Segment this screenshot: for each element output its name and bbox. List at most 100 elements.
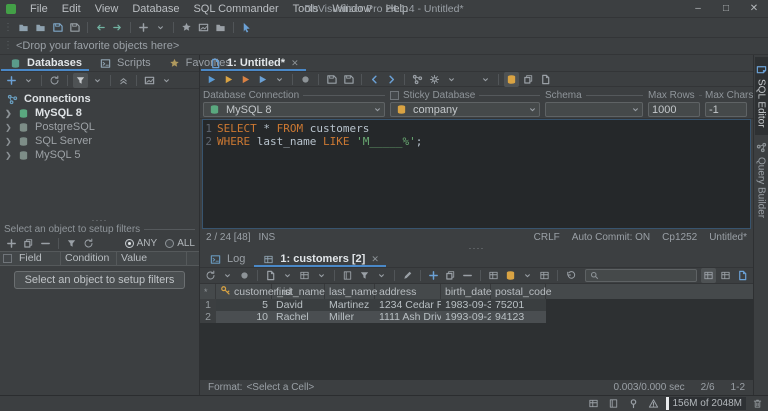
folder-icon[interactable] (33, 20, 48, 35)
expand-chevron-icon[interactable]: ❯ (5, 109, 12, 118)
play-icon[interactable] (255, 72, 270, 87)
grid-cell[interactable]: 1983-09-30 (441, 299, 491, 311)
radio-any[interactable]: ANY (125, 238, 158, 249)
copy-icon[interactable] (21, 236, 36, 251)
sticky-database-checkbox[interactable] (390, 91, 399, 100)
toolbar-drag-handle[interactable]: ⋮ (3, 23, 13, 33)
plus-icon[interactable] (4, 73, 19, 88)
circle-icon[interactable] (298, 72, 313, 87)
sql-editor[interactable]: 1SELECT * FROM customers2WHERE last_name… (202, 119, 751, 229)
gear-icon[interactable] (427, 72, 442, 87)
refresh-icon[interactable] (203, 268, 218, 283)
caret-icon[interactable] (520, 268, 535, 283)
file-icon[interactable] (735, 268, 750, 283)
tree-node-sql-server[interactable]: ❯SQL Server (0, 134, 199, 148)
star-icon[interactable] (179, 20, 194, 35)
max-rows-input[interactable]: 1000 (648, 102, 700, 117)
filter-col-value[interactable]: Value (117, 252, 187, 265)
grid-cell[interactable]: 1234 Cedar Road (375, 299, 441, 311)
max-chars-input[interactable]: -1 (705, 102, 747, 117)
menu-view[interactable]: View (88, 3, 126, 15)
close-button[interactable]: ✕ (740, 0, 768, 17)
warn-icon[interactable] (646, 396, 661, 411)
menu-database[interactable]: Database (125, 3, 186, 15)
tree-node-mysql-5[interactable]: ❯MySQL 5 (0, 148, 199, 162)
pencil-icon[interactable] (400, 268, 415, 283)
image-icon[interactable] (196, 20, 211, 35)
chev-l-icon[interactable] (367, 72, 382, 87)
grid-icon[interactable] (701, 268, 716, 283)
database-connection-select[interactable]: MySQL 8 (203, 102, 385, 117)
grid-cell[interactable]: Miller (325, 311, 375, 323)
grid-cell[interactable]: Martinez (325, 299, 375, 311)
caret-icon[interactable] (272, 72, 287, 87)
setup-filters-button[interactable]: Select an object to setup filters (14, 271, 186, 289)
filter-col-condition[interactable]: Condition (61, 252, 117, 265)
caret-icon[interactable] (280, 268, 295, 283)
pin-icon[interactable] (626, 396, 641, 411)
menu-sql-commander[interactable]: SQL Commander (186, 3, 285, 15)
expand-chevron-icon[interactable]: ❯ (5, 137, 12, 146)
db-icon[interactable] (503, 268, 518, 283)
caret-icon[interactable] (90, 73, 105, 88)
book-icon[interactable] (606, 396, 621, 411)
disk-icon[interactable] (341, 72, 356, 87)
grid-col-first_name[interactable]: first_name (272, 284, 325, 299)
play-icon[interactable] (238, 72, 253, 87)
grid-icon[interactable] (718, 268, 733, 283)
memory-indicator[interactable]: 156M of 2048M (666, 397, 747, 410)
play-icon[interactable] (221, 72, 236, 87)
grid-cell[interactable]: Rachel (272, 311, 325, 323)
caret-icon[interactable] (21, 73, 36, 88)
play-icon[interactable] (204, 72, 219, 87)
grid-row[interactable]: 210RachelMiller1111 Ash Drive1993-09-229… (200, 311, 753, 323)
minus-icon[interactable] (38, 236, 53, 251)
file-icon[interactable] (263, 268, 278, 283)
image-icon[interactable] (142, 73, 157, 88)
arrow-r-icon[interactable] (110, 20, 125, 35)
result-tab-log[interactable]: Log (200, 251, 253, 267)
grid-col-birth_date[interactable]: birth_date (441, 284, 491, 299)
caret-icon[interactable] (220, 268, 235, 283)
strip-tab-query-builder[interactable]: Query Builder (755, 135, 768, 225)
collapse-icon[interactable] (116, 73, 131, 88)
caret-icon[interactable] (159, 73, 174, 88)
grid-col-address[interactable]: address (375, 284, 441, 299)
tree-node-postgresql[interactable]: ❯PostgreSQL (0, 120, 199, 134)
grid-col-postal_code[interactable]: postal_code (491, 284, 546, 299)
grid-cell[interactable]: 75201 (491, 299, 546, 311)
caret-icon[interactable] (374, 268, 389, 283)
grid-col-customer_id[interactable]: customer_id (216, 284, 272, 299)
grid-cell[interactable]: 1111 Ash Drive (375, 311, 441, 323)
garbage-collect-icon[interactable] (751, 398, 763, 410)
grid-search-input[interactable] (585, 269, 697, 282)
grid-icon[interactable] (537, 268, 552, 283)
filter-select-all-checkbox[interactable] (3, 254, 12, 263)
chev-r-icon[interactable] (384, 72, 399, 87)
close-tab-icon[interactable]: ✕ (291, 58, 299, 69)
caret-icon[interactable] (444, 72, 459, 87)
copy-icon[interactable] (443, 268, 458, 283)
folder-icon[interactable] (16, 20, 31, 35)
strip-tab-sql-editor[interactable]: SQL Editor (755, 57, 768, 135)
grid-col-last_name[interactable]: last_name (325, 284, 375, 299)
grid-icon[interactable] (297, 268, 312, 283)
expand-chevron-icon[interactable]: ❯ (5, 151, 12, 160)
disk-icon[interactable] (50, 20, 65, 35)
disk-icon[interactable] (324, 72, 339, 87)
arrow-l-icon[interactable] (93, 20, 108, 35)
filter-icon[interactable] (357, 268, 372, 283)
grid-cell[interactable]: 5 (216, 299, 272, 311)
grid-corner-cell[interactable]: * (200, 284, 216, 299)
result-tab-1-customers-2-[interactable]: 1: customers [2]✕ (253, 251, 387, 267)
radio-all[interactable]: ALL (165, 238, 195, 249)
circle-icon[interactable] (237, 268, 252, 283)
caret-icon[interactable] (478, 72, 493, 87)
refresh-icon[interactable] (47, 73, 62, 88)
tab-untitled[interactable]: 1: Untitled* ✕ (200, 55, 307, 71)
close-tab-icon[interactable]: ✕ (371, 254, 379, 265)
filter-icon[interactable] (73, 73, 88, 88)
branch-icon[interactable] (410, 72, 425, 87)
minimize-button[interactable]: – (684, 0, 712, 17)
filter-icon[interactable] (64, 236, 79, 251)
